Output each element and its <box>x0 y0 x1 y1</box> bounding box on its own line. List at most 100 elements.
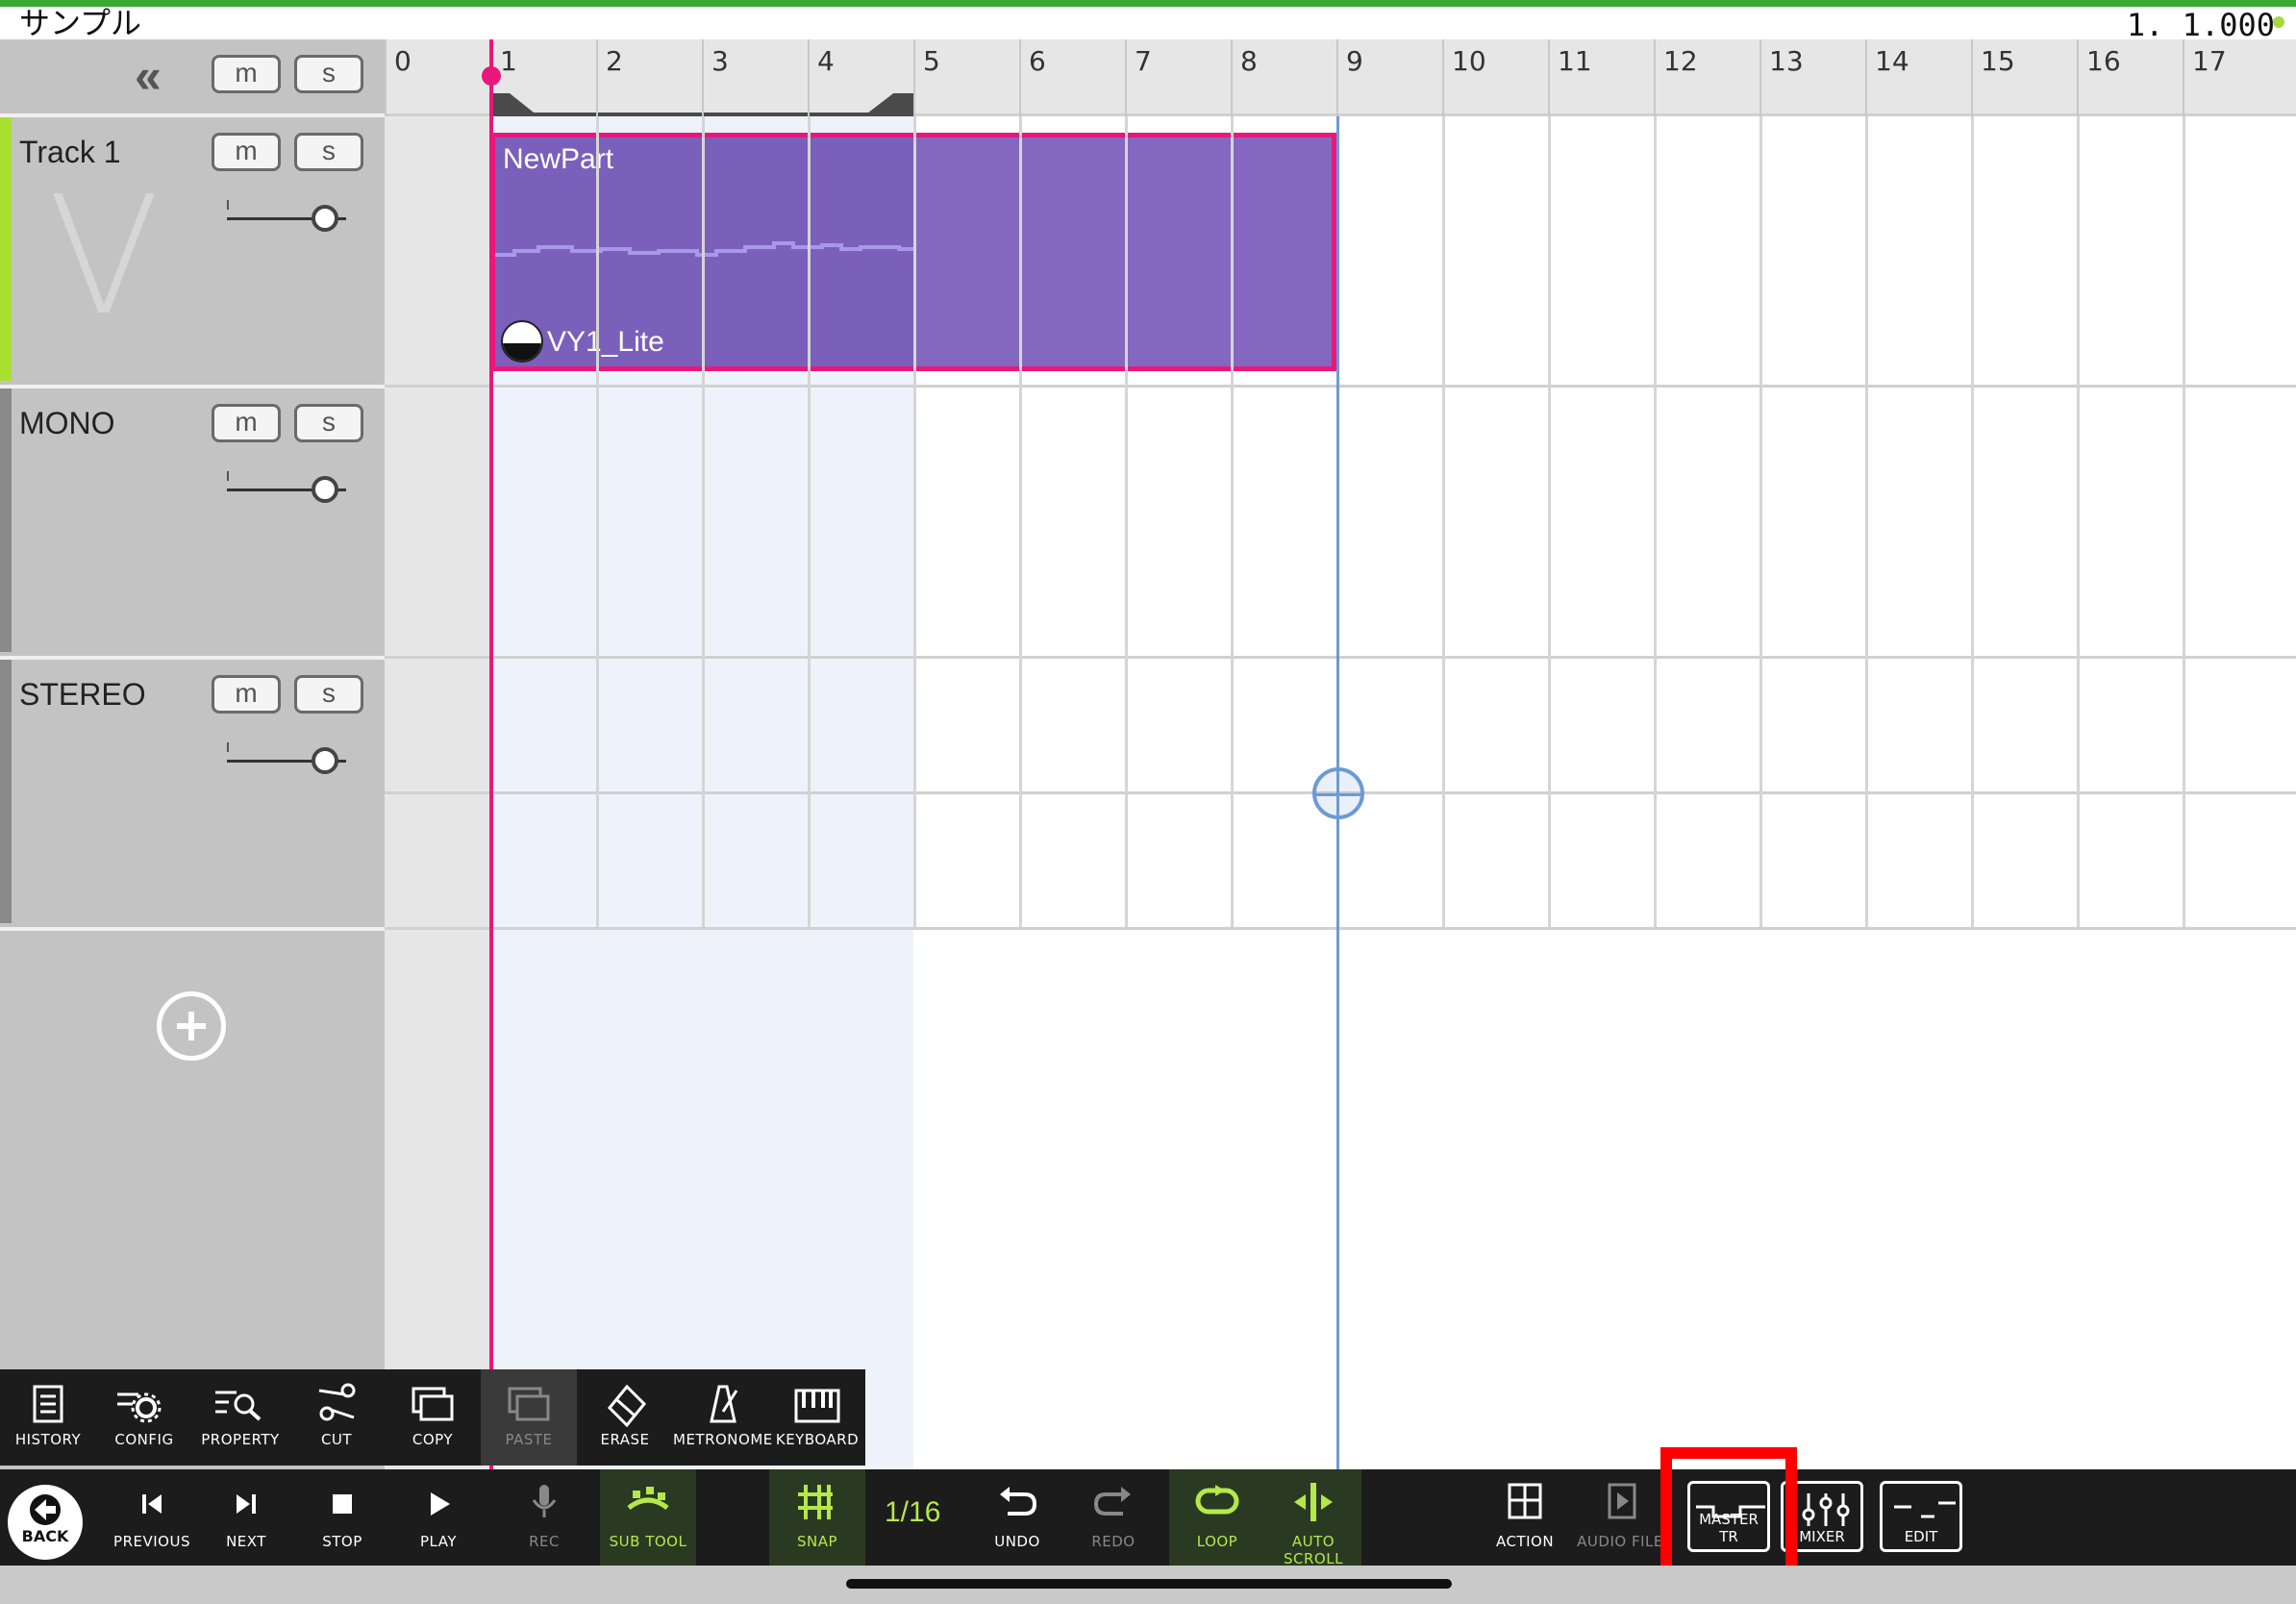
playhead-line[interactable] <box>489 39 493 1469</box>
measure-gridline <box>2183 116 2185 927</box>
gear-icon <box>117 1392 162 1423</box>
loop-start-handle[interactable] <box>490 93 538 116</box>
paste-label: PASTE <box>505 1431 553 1448</box>
track-solo-button[interactable]: s <box>294 675 363 714</box>
volume-slider-knob[interactable] <box>311 747 338 774</box>
volume-slider-knob[interactable] <box>311 476 338 503</box>
global-solo-button[interactable]: s <box>294 55 363 93</box>
back-button[interactable]: BACK <box>8 1485 83 1560</box>
play-label: PLAY <box>419 1533 457 1550</box>
loop-end-handle[interactable] <box>863 93 913 116</box>
track-mute-button[interactable]: m <box>212 133 281 171</box>
metronome-button[interactable]: METRONOME <box>673 1369 773 1466</box>
voicebank-avatar <box>501 320 543 363</box>
play-button[interactable]: PLAY <box>400 1469 477 1566</box>
loop-label: LOOP <box>1196 1533 1238 1550</box>
play-icon <box>431 1492 450 1516</box>
audio-file-button[interactable]: AUDIO FILE <box>1577 1469 1663 1566</box>
search-list-icon <box>215 1391 262 1421</box>
track-header-3[interactable]: STEREO m s <box>0 656 385 923</box>
edit-icon <box>1894 1501 1956 1518</box>
ruler-tick <box>1548 39 1550 116</box>
auto-scroll-button[interactable]: AUTO SCROLL <box>1265 1469 1361 1567</box>
track-mute-button[interactable]: m <box>212 675 281 714</box>
audio-file-icon <box>1608 1483 1636 1519</box>
home-indicator[interactable] <box>846 1579 1452 1589</box>
erase-label: ERASE <box>600 1431 650 1448</box>
ruler-measure-number: 1 <box>500 45 517 77</box>
ruler-tick <box>385 39 387 116</box>
ruler-tick <box>913 39 915 116</box>
volume-slider-knob[interactable] <box>311 205 338 232</box>
previous-button[interactable]: PREVIOUS <box>113 1469 190 1566</box>
ruler-tick <box>1759 39 1761 116</box>
paste-button[interactable]: PASTE <box>481 1369 577 1466</box>
cut-button[interactable]: CUT <box>288 1369 385 1466</box>
ruler-measure-number: 16 <box>2086 45 2121 77</box>
playhead-marker[interactable] <box>482 66 501 86</box>
keyboard-button[interactable]: KEYBOARD <box>769 1369 865 1466</box>
ruler-tick <box>702 39 704 116</box>
crosshair-icon[interactable] <box>1312 767 1364 819</box>
eraser-icon <box>607 1384 647 1428</box>
track-solo-button[interactable]: s <box>294 133 363 171</box>
ruler-measure-number: 9 <box>1346 45 1363 77</box>
ruler-tick <box>1865 39 1867 116</box>
skip-previous-icon <box>142 1494 162 1514</box>
double-chevron-left-icon[interactable]: « <box>135 52 162 100</box>
metronome-label: METRONOME <box>673 1431 773 1448</box>
erase-button[interactable]: ERASE <box>577 1369 673 1466</box>
loop-icon <box>1195 1485 1239 1515</box>
redo-button[interactable]: REDO <box>1075 1469 1152 1566</box>
copy-button[interactable]: COPY <box>385 1369 481 1466</box>
global-mute-button[interactable]: m <box>212 55 281 93</box>
plus-circle-icon[interactable] <box>157 991 226 1061</box>
back-label: BACK <box>21 1527 69 1545</box>
rec-button[interactable]: REC <box>506 1469 583 1566</box>
ruler-tick <box>1125 39 1127 116</box>
track-separator <box>385 656 2296 659</box>
track-mute-button[interactable]: m <box>212 404 281 442</box>
snap-button[interactable]: SNAP <box>769 1469 865 1566</box>
action-label: ACTION <box>1495 1533 1555 1550</box>
edit-button[interactable]: EDIT <box>1880 1481 1962 1552</box>
measure-gridline <box>913 116 916 927</box>
ruler-measure-number: 3 <box>711 45 729 77</box>
track-header-2[interactable]: MONO m s <box>0 385 385 652</box>
ruler-measure-number: 10 <box>1452 45 1486 77</box>
next-button[interactable]: NEXT <box>208 1469 285 1566</box>
property-button[interactable]: PROPERTY <box>192 1369 288 1466</box>
sub-tool-button[interactable]: SUB TOOL <box>600 1469 696 1566</box>
ruler-tick <box>1231 39 1233 116</box>
ruler-measure-number: 12 <box>1663 45 1698 77</box>
main-toolbar: BACK PREVIOUS NEXT STOP PLAY REC SUB TOO… <box>0 1469 2296 1567</box>
undo-icon <box>1000 1487 1037 1516</box>
measure-gridline <box>1548 116 1551 927</box>
microphone-icon <box>532 1485 557 1517</box>
loop-button[interactable]: LOOP <box>1169 1469 1265 1566</box>
vocaloid-track-badge: V <box>48 162 161 352</box>
config-button[interactable]: CONFIG <box>96 1369 192 1466</box>
track-name: MONO <box>19 406 115 440</box>
config-label: CONFIG <box>114 1431 174 1448</box>
stop-label: STOP <box>322 1533 362 1550</box>
snap-value[interactable]: 1/16 <box>885 1496 940 1529</box>
ruler-tick <box>808 39 810 116</box>
history-button[interactable]: HISTORY <box>0 1369 96 1466</box>
measure-gridline <box>1231 116 1234 927</box>
ruler-measure-number: 5 <box>923 45 940 77</box>
metronome-icon <box>710 1385 738 1423</box>
title-bar: サンプル 1. 1.000 <box>0 7 2296 43</box>
action-button[interactable]: ACTION <box>1486 1469 1563 1566</box>
measure-ruler[interactable]: 0 1 2 3 4 5 6 7 8 9 10 11 12 13 14 15 16 17 <box>385 39 2296 118</box>
redo-label: REDO <box>1091 1533 1136 1550</box>
track-header-1[interactable]: V Track 1 m s <box>0 113 385 381</box>
stop-button[interactable]: STOP <box>304 1469 381 1566</box>
undo-button[interactable]: UNDO <box>979 1469 1056 1566</box>
track-solo-button[interactable]: s <box>294 404 363 442</box>
back-arrow-icon <box>30 1494 61 1525</box>
paste-icon <box>508 1387 550 1421</box>
skip-next-icon <box>237 1494 256 1514</box>
edit-label: EDIT <box>1904 1528 1938 1545</box>
track-color-bar <box>0 388 12 652</box>
